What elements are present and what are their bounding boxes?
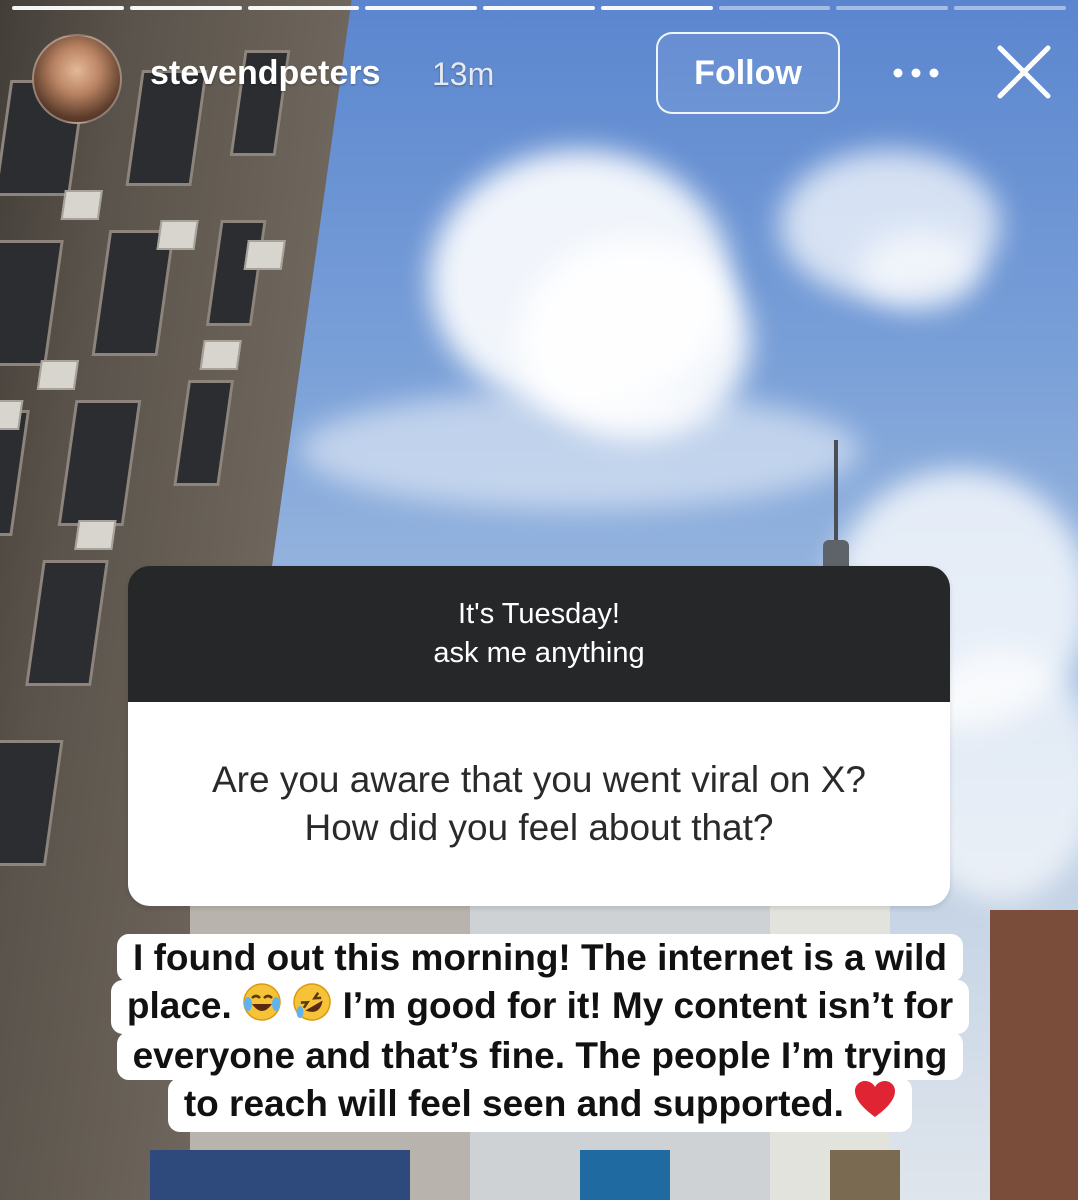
question-text-line1: Are you aware that you went viral on X?	[211, 758, 867, 800]
air-conditioner-unit	[60, 190, 103, 220]
answer-text: I found out this morning! The internet i…	[56, 934, 1024, 1132]
story-progress-bar	[12, 6, 1067, 10]
air-conditioner-unit	[199, 340, 242, 370]
answer-line1: I found out this morning! The internet i…	[117, 934, 963, 982]
building-window	[0, 240, 64, 366]
answer-line2-start: place.	[126, 985, 232, 1026]
more-icon	[893, 68, 939, 78]
progress-segment	[954, 6, 1067, 10]
username[interactable]: stevendpeters	[150, 54, 381, 93]
building	[830, 1150, 900, 1200]
progress-segment	[483, 6, 595, 10]
avatar[interactable]	[32, 34, 122, 124]
more-options-button[interactable]	[888, 50, 944, 96]
answer-line2: place. I’m good for it! My content isn’t…	[110, 980, 970, 1034]
cloud	[860, 230, 980, 310]
red-heart-icon	[854, 1080, 896, 1130]
follow-button[interactable]: Follow	[656, 32, 840, 114]
question-prompt-line2: ask me anything	[433, 637, 645, 669]
building-window	[57, 400, 142, 526]
question-prompt-line1: It's Tuesday!	[458, 598, 620, 630]
question-prompt: It's Tuesday! ask me anything	[128, 566, 950, 702]
answer-line2-end: I’m good for it! My content isn’t for	[342, 985, 954, 1026]
answer-line4-text: to reach will feel seen and supported.	[183, 1083, 844, 1124]
air-conditioner-unit	[156, 220, 199, 250]
air-conditioner-unit	[243, 240, 286, 270]
progress-segment	[718, 6, 831, 10]
progress-segment	[365, 6, 478, 10]
building	[580, 1150, 670, 1200]
air-conditioner-unit	[74, 520, 117, 550]
progress-segment	[836, 6, 949, 10]
building-window	[205, 220, 267, 326]
face-with-tears-of-joy-icon	[242, 982, 282, 1032]
question-text: Are you aware that you went viral on X? …	[128, 702, 950, 906]
question-sticker: It's Tuesday! ask me anything Are you aw…	[128, 566, 950, 906]
rolling-on-floor-laughing-icon	[292, 982, 332, 1032]
progress-segment	[247, 6, 360, 10]
close-button[interactable]	[994, 42, 1054, 102]
close-icon	[997, 45, 1051, 99]
time-ago: 13m	[432, 56, 495, 92]
answer-line3: everyone and that’s fine. The people I’m…	[116, 1032, 964, 1080]
progress-segment	[129, 6, 242, 10]
building-window	[25, 560, 109, 686]
story-header: stevendpeters 13m Follow	[0, 20, 1078, 130]
progress-segment	[600, 6, 713, 10]
air-conditioner-unit	[36, 360, 79, 390]
progress-segment	[12, 6, 124, 10]
building	[150, 1150, 410, 1200]
building-window	[173, 380, 235, 486]
answer-line4: to reach will feel seen and supported.	[167, 1078, 913, 1132]
building-window	[0, 740, 64, 866]
cloud	[300, 390, 860, 510]
tower-spire	[834, 440, 838, 550]
question-text-line2: How did you feel about that?	[304, 807, 774, 848]
